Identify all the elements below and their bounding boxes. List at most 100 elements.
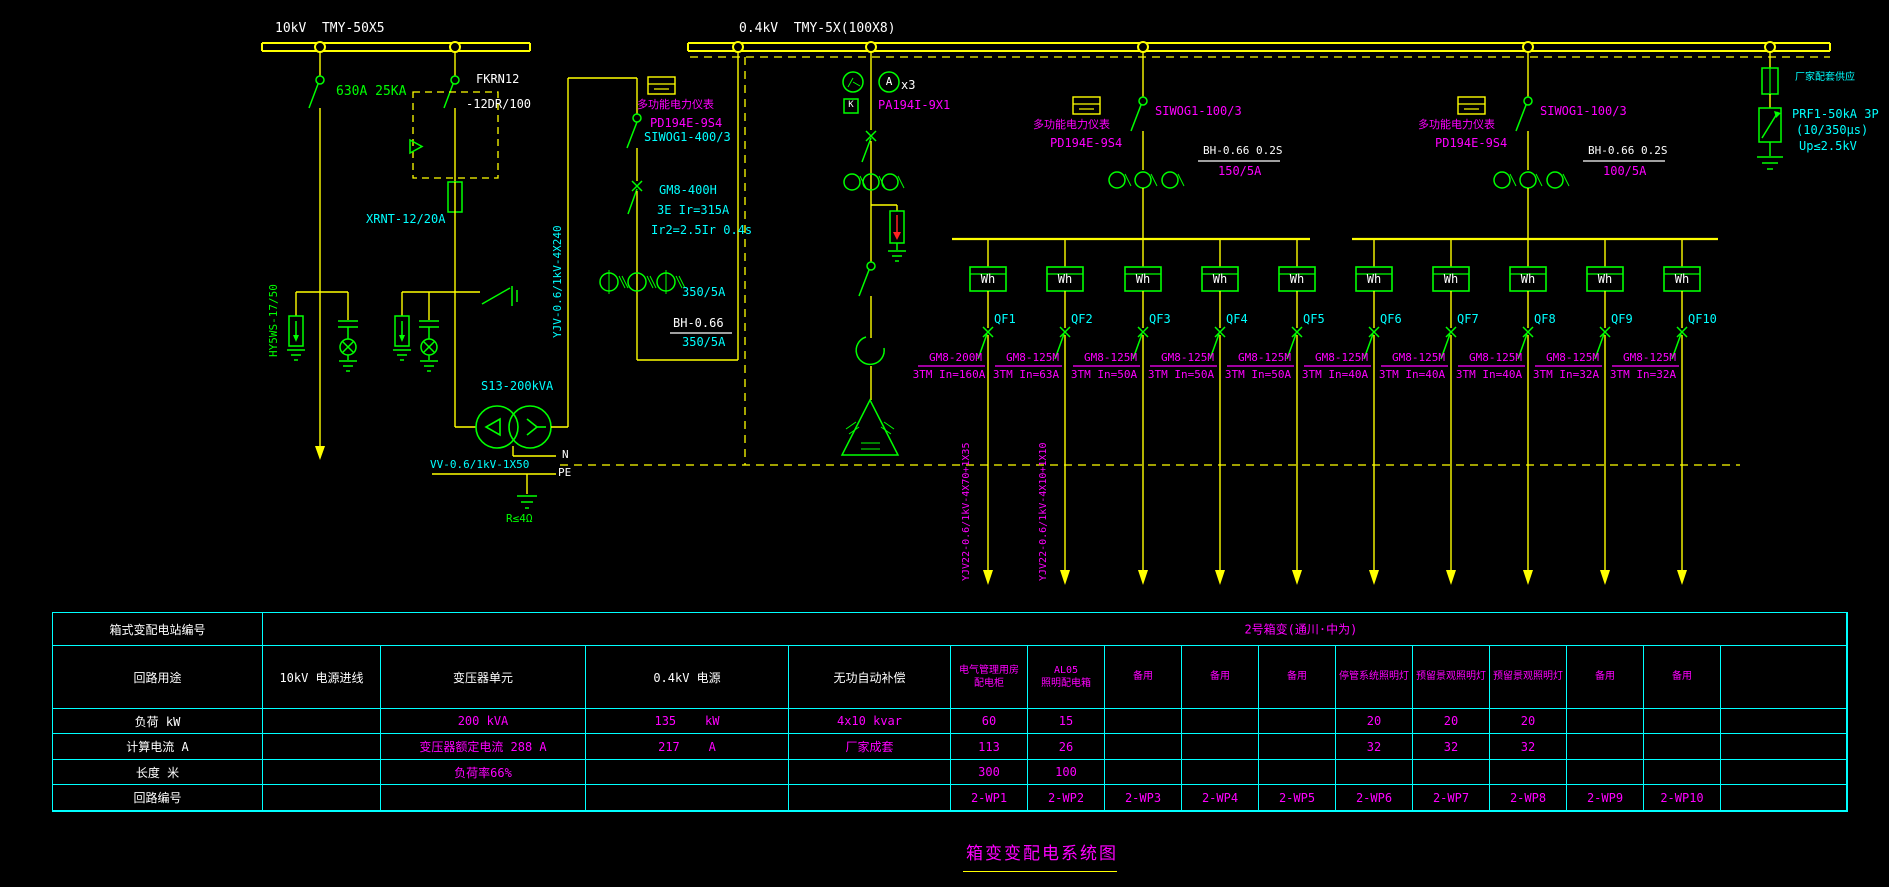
col-header: 变压器单元 (381, 646, 586, 709)
cell: 20 (1336, 709, 1413, 734)
feeder-qf-label: QF8 (1534, 313, 1556, 326)
cell-empty (263, 760, 381, 785)
wh-meter-label: Wh (1510, 273, 1546, 286)
schematic-linework (0, 0, 1889, 612)
feeder-breaker-trip: 3TM In=32A (1606, 369, 1680, 381)
cell: 113 (951, 734, 1028, 760)
cell-current-lv: 217 A (586, 734, 789, 760)
cell: 26 (1028, 734, 1105, 760)
cell: 2-WP8 (1490, 785, 1567, 811)
cell: 2-WP5 (1259, 785, 1336, 811)
transformer-symbol (432, 78, 637, 508)
cell-load-comp: 4x10 kvar (789, 709, 951, 734)
ammeter-qty: x3 (901, 79, 915, 92)
wh-meter-label: Wh (970, 273, 1006, 286)
col-header-wp4: 备用 (1182, 646, 1259, 709)
ammeter-letter: A (884, 76, 894, 88)
feeder-breaker-model: GM8-125M (1148, 352, 1214, 364)
cell: 32 (1413, 734, 1490, 760)
feeder-breaker-trip: 3TM In=63A (989, 369, 1063, 381)
feeder-breaker-model: GM8-125M (1379, 352, 1445, 364)
cell: 2-WP7 (1413, 785, 1490, 811)
row-label: 长度 米 (53, 760, 263, 785)
pe-dashed-lines (560, 57, 1830, 465)
cell (1105, 734, 1182, 760)
feeder-schedule-table: 箱式变配电站编号 2号箱变(通川·中为) 回路用途 10kV 电源进线 变压器单… (52, 612, 1848, 812)
feeder-qf-label: QF9 (1611, 313, 1633, 326)
col-header: 10kV 电源进线 (263, 646, 381, 709)
sec2-meter-model: PD194E-9S4 (1435, 137, 1507, 150)
cell: 2-WP9 (1567, 785, 1644, 811)
capacitor-branch (842, 52, 906, 455)
wh-meter-label: Wh (1664, 273, 1700, 286)
lv-main-trip2: Ir2=2.5Ir 0.4s (651, 224, 752, 237)
cell: 60 (951, 709, 1028, 734)
feeder-breaker-model: GM8-200M (916, 352, 982, 364)
feeder-qf-label: QF1 (994, 313, 1016, 326)
cell (1259, 760, 1336, 785)
sec2-meter-title: 多功能电力仪表 (1418, 119, 1495, 131)
hv-incoming-rating: 630A 25KA (336, 85, 406, 99)
feeder-breaker-trip: 3TM In=40A (1452, 369, 1526, 381)
cell-empty (586, 785, 789, 811)
lv-cable-label: YJV-0.6/1kV-4X240 (552, 225, 563, 338)
sec1-meter-model: PD194E-9S4 (1050, 137, 1122, 150)
hv-bus-label: 10kV TMY-50X5 (275, 22, 385, 36)
feeder-breaker-model: GM8-125M (1071, 352, 1137, 364)
feeder-qf-label: QF7 (1457, 313, 1479, 326)
pe-cable-label: VV-0.6/1kV-1X50 (430, 459, 529, 471)
hv-fuse-model: XRNT-12/20A (366, 213, 445, 226)
feeder-qf-label: QF6 (1380, 313, 1402, 326)
col-header: 回路用途 (53, 646, 263, 709)
cell-empty (789, 785, 951, 811)
hv-arrester-group-1 (287, 292, 358, 371)
feeder-breaker-model: GM8-125M (1610, 352, 1676, 364)
cell-current-comp: 厂家成套 (789, 734, 951, 760)
col-header-wp2: AL05照明配电箱 (1028, 646, 1105, 709)
feeder-breaker-trip: 3TM In=40A (1375, 369, 1449, 381)
lv-main-trip1: 3E Ir=315A (657, 204, 729, 217)
drawing-canvas: 10kV TMY-50X5 630A 25KA FKRN12 -12DR/100… (0, 0, 1889, 887)
sec2-vt-ratio: 100/5A (1603, 165, 1646, 178)
col-header: 无功自动补偿 (789, 646, 951, 709)
wh-meter-label: Wh (1202, 273, 1238, 286)
feeder-breaker-model: GM8-125M (1302, 352, 1368, 364)
lv-main-breaker-model: GM8-400H (659, 184, 717, 197)
lv-main-vt-model: BH-0.66 (673, 317, 724, 330)
cell (1182, 760, 1259, 785)
feeder-qf-label: QF10 (1688, 313, 1717, 326)
col-header: 0.4kV 电源 (586, 646, 789, 709)
cell: 300 (951, 760, 1028, 785)
drawing-title: 箱变变配电系统图 (966, 845, 1118, 864)
cell (1644, 760, 1721, 785)
col-header-wp10: 备用 (1644, 646, 1721, 709)
n-label: N (562, 449, 569, 461)
feeder-qf-label: QF5 (1303, 313, 1325, 326)
cell-empty (381, 785, 586, 811)
feeder-qf-label: QF3 (1149, 313, 1171, 326)
feeder-cable-label: YJV22-0.6/1kV-4X70+1X35 (962, 443, 972, 581)
feeder-breaker-model: GM8-125M (1456, 352, 1522, 364)
feeder-breaker-model: GM8-125M (1533, 352, 1599, 364)
col-header-wp8: 预留景观照明灯 (1490, 646, 1567, 709)
hv-switch-fuse-spec: -12DR/100 (466, 98, 531, 111)
feeder-breaker-model: GM8-125M (993, 352, 1059, 364)
wh-meter-label: Wh (1047, 273, 1083, 286)
cell-empty (1721, 785, 1847, 811)
cell-empty (1721, 709, 1847, 734)
cell-empty (263, 785, 381, 811)
cell (1567, 709, 1644, 734)
hv-arrester-model: HY5WS-17/50 (268, 284, 279, 357)
cell: 20 (1413, 709, 1490, 734)
pa-meter-model: PA194I-9X1 (878, 99, 950, 112)
feeder-circuits (918, 239, 1700, 585)
earthing-switch (455, 286, 517, 306)
cell-empty (263, 709, 381, 734)
feeder-breaker-trip: 3TM In=50A (1144, 369, 1218, 381)
spd-note: 厂家配套供应 (1795, 72, 1855, 83)
cell (1567, 734, 1644, 760)
col-header-wp5: 备用 (1259, 646, 1336, 709)
cell: 2-WP6 (1336, 785, 1413, 811)
hv-incoming-branch (309, 52, 325, 460)
lv-main-switch-model: SIWOG1-400/3 (644, 131, 731, 144)
